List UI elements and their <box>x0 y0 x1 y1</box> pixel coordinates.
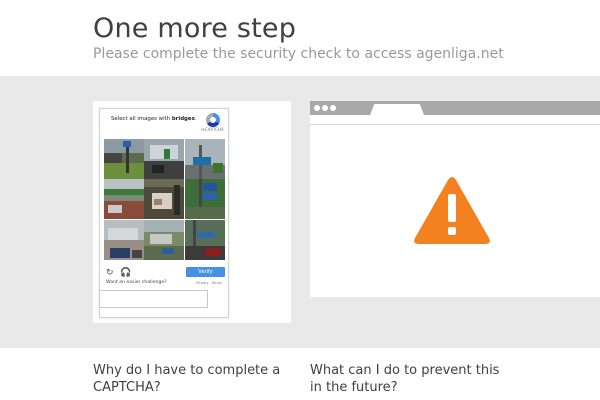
privacy-terms-link[interactable]: Privacy - Terms <box>196 281 222 285</box>
recaptcha-target-word: bridges <box>171 116 195 122</box>
image-tile[interactable] <box>144 219 185 260</box>
browser-illustration <box>310 101 600 297</box>
image-tile[interactable] <box>104 179 144 220</box>
verify-button[interactable]: Verify <box>186 267 225 277</box>
recaptcha-prompt: Select all images with bridges. <box>111 116 197 122</box>
warning-icon <box>414 177 490 244</box>
image-tile[interactable] <box>184 139 225 179</box>
browser-tab <box>370 104 424 115</box>
recaptcha-response-field[interactable] <box>99 290 208 308</box>
easier-challenge-link[interactable]: Want an easier challenge? <box>106 280 167 285</box>
window-dot <box>322 105 328 111</box>
audio-icon[interactable]: 🎧 <box>120 268 131 278</box>
image-tile[interactable] <box>184 179 225 220</box>
faq-why-captcha: Why do I have to complete a CAPTCHA? <box>93 363 281 395</box>
recaptcha-brand: reCAPTCHA <box>201 127 224 132</box>
image-tile[interactable] <box>144 139 185 179</box>
image-tile[interactable] <box>184 219 225 260</box>
image-tile[interactable] <box>104 219 144 260</box>
image-grid <box>104 139 225 260</box>
browser-tab-bar <box>310 101 600 115</box>
image-tile[interactable] <box>104 139 144 179</box>
window-dot <box>314 105 320 111</box>
recaptcha-widget: Select all images with bridges. reCAPTCH… <box>99 108 229 318</box>
recaptcha-logo-icon <box>206 113 220 127</box>
page-subtitle: Please complete the security check to ac… <box>93 46 504 62</box>
page-title: One more step <box>93 13 297 44</box>
page-header: One more step Please complete the securi… <box>0 0 600 76</box>
window-dot <box>330 105 336 111</box>
image-tile[interactable] <box>144 179 185 220</box>
faq-prevent-future: What can I do to prevent this in the fut… <box>310 363 500 395</box>
browser-toolbar <box>310 115 600 125</box>
reload-icon[interactable]: ↻ <box>106 268 114 278</box>
